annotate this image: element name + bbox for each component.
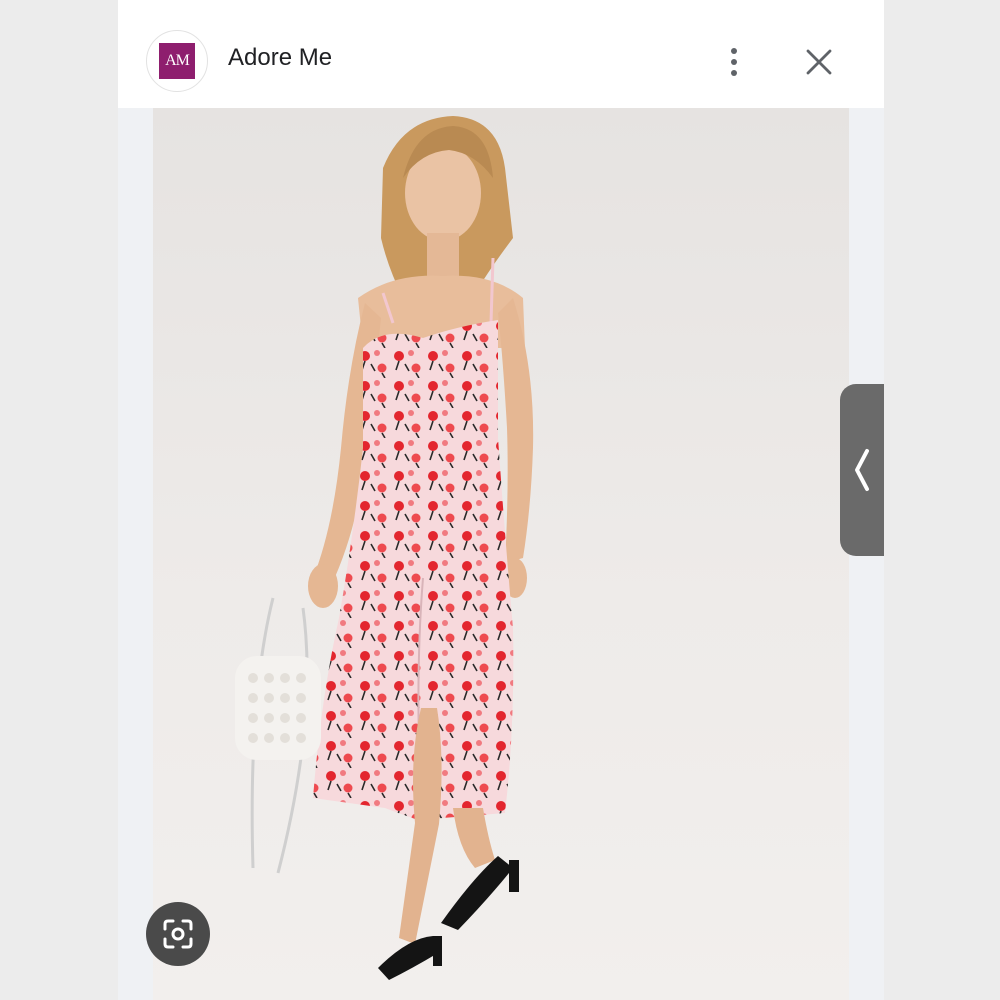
site-logo: AM: [146, 30, 208, 92]
close-button[interactable]: [800, 42, 838, 82]
chevron-left-icon: [855, 449, 869, 491]
site-logo-mark: AM: [159, 43, 195, 79]
model-in-floral-dress-illustration: [235, 116, 534, 980]
side-panel-handle[interactable]: [840, 384, 884, 556]
viewer-header: AM Adore Me: [118, 0, 884, 108]
close-icon: [806, 49, 832, 75]
product-photo[interactable]: [153, 108, 849, 1000]
image-viewer-panel: AM Adore Me: [118, 0, 884, 1000]
background-right: [884, 0, 1000, 1000]
background-left: [0, 0, 118, 1000]
more-vert-icon: [731, 48, 737, 76]
lens-search-icon: [163, 919, 193, 949]
site-name: Adore Me: [228, 44, 333, 71]
lens-search-button[interactable]: [146, 902, 210, 966]
more-options-button[interactable]: [718, 42, 750, 82]
image-frame: [118, 108, 884, 1000]
